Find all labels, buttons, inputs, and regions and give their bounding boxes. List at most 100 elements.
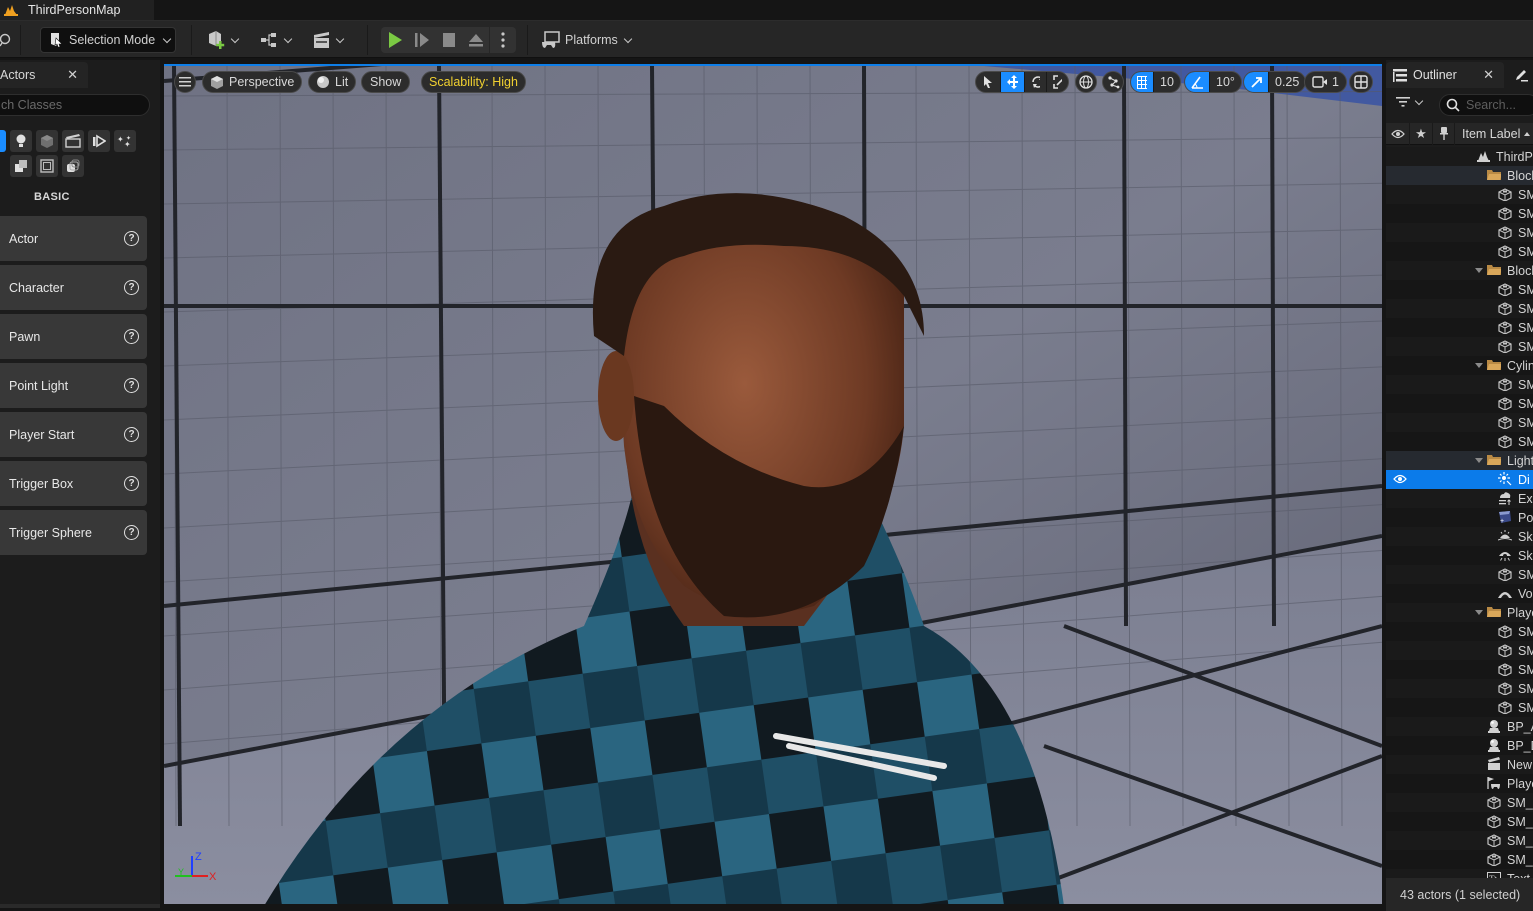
- outliner-row[interactable]: Sk: [1386, 527, 1533, 546]
- outliner-folder-row[interactable]: Playe: [1386, 603, 1533, 622]
- outliner-tab[interactable]: Outliner ✕: [1386, 62, 1504, 88]
- actor-item-character[interactable]: Character ?: [0, 265, 147, 310]
- help-icon[interactable]: ?: [124, 329, 139, 344]
- outliner-row[interactable]: Di: [1386, 470, 1533, 489]
- outliner-row[interactable]: SM: [1386, 641, 1533, 660]
- stop-button[interactable]: [435, 27, 462, 53]
- actor-item-player-start[interactable]: Player Start ?: [0, 412, 147, 457]
- outliner-row[interactable]: SM_: [1386, 793, 1533, 812]
- details-tab[interactable]: [1508, 62, 1533, 88]
- rotation-snap-value[interactable]: 10°: [1209, 72, 1241, 92]
- outliner-folder-row[interactable]: Block: [1386, 166, 1533, 185]
- surface-snapping-button[interactable]: [1102, 71, 1124, 93]
- viewport-layout-button[interactable]: [1349, 71, 1373, 93]
- outliner-row[interactable]: SM: [1386, 394, 1533, 413]
- recently-placed-icon[interactable]: [0, 130, 6, 152]
- lights-icon[interactable]: [10, 130, 32, 152]
- visibility-column[interactable]: [1386, 122, 1410, 145]
- outliner-row[interactable]: Sk: [1386, 546, 1533, 565]
- outliner-row[interactable]: SM: [1386, 223, 1533, 242]
- expand-arrow-icon[interactable]: [1475, 268, 1483, 273]
- coordinate-system-button[interactable]: [1075, 71, 1097, 93]
- view-mode-button[interactable]: Lit: [308, 71, 357, 93]
- visual-effects-icon[interactable]: [88, 130, 110, 152]
- item-label-column[interactable]: Item Label: [1455, 127, 1531, 141]
- select-tool-button[interactable]: [976, 72, 1000, 92]
- help-icon[interactable]: ?: [124, 476, 139, 491]
- outliner-row[interactable]: SM: [1386, 375, 1533, 394]
- outliner-search-input[interactable]: Search...: [1439, 94, 1533, 116]
- help-icon[interactable]: ?: [124, 427, 139, 442]
- selection-mode-dropdown[interactable]: Selection Mode: [40, 27, 176, 53]
- shapes-icon[interactable]: [36, 130, 58, 152]
- volumes-icon[interactable]: ✦ ✦ ✦: [114, 130, 136, 152]
- grid-snap-value[interactable]: 10: [1153, 72, 1180, 92]
- level-viewport[interactable]: Perspective Lit Show Scalability: High 1…: [164, 64, 1382, 904]
- history-icon[interactable]: [0, 33, 12, 47]
- expand-arrow-icon[interactable]: [1475, 363, 1483, 368]
- outliner-row[interactable]: SM_: [1386, 812, 1533, 831]
- outliner-folder-row[interactable]: Block: [1386, 261, 1533, 280]
- outliner-row[interactable]: SM_: [1386, 850, 1533, 869]
- layers-icon[interactable]: [62, 155, 84, 177]
- actor-item-pawn[interactable]: Pawn ?: [0, 314, 147, 359]
- outliner-row[interactable]: SM: [1386, 660, 1533, 679]
- help-icon[interactable]: ?: [124, 280, 139, 295]
- outliner-row[interactable]: Playe: [1386, 774, 1533, 793]
- viewport-menu-button[interactable]: [174, 71, 196, 93]
- outliner-row[interactable]: New: [1386, 755, 1533, 774]
- outliner-row[interactable]: SM: [1386, 204, 1533, 223]
- rotate-tool-button[interactable]: [1024, 72, 1046, 92]
- outliner-row[interactable]: SM: [1386, 432, 1533, 451]
- cinematics-button[interactable]: [312, 29, 346, 51]
- platforms-dropdown[interactable]: Platforms: [541, 29, 634, 51]
- geometry-icon[interactable]: [10, 155, 32, 177]
- outliner-row[interactable]: SM: [1386, 185, 1533, 204]
- pin-column[interactable]: [1433, 122, 1455, 145]
- grid-snap-toggle[interactable]: [1131, 72, 1153, 92]
- actor-item-trigger-box[interactable]: Trigger Box ?: [0, 461, 147, 506]
- blueprints-button[interactable]: [260, 29, 294, 51]
- scale-tool-button[interactable]: [1046, 72, 1068, 92]
- translate-tool-button[interactable]: [1000, 72, 1024, 92]
- eye-icon[interactable]: [1393, 473, 1407, 487]
- advance-frame-button[interactable]: [408, 27, 435, 53]
- expand-arrow-icon[interactable]: [1475, 610, 1483, 615]
- all-classes-icon[interactable]: [36, 155, 58, 177]
- outliner-row[interactable]: BP_D: [1386, 736, 1533, 755]
- panel-scrollbar[interactable]: [0, 904, 160, 908]
- map-tab[interactable]: ThirdPersonMap: [0, 0, 154, 20]
- scale-snap-toggle[interactable]: [1244, 72, 1268, 92]
- actor-item-trigger-sphere[interactable]: Trigger Sphere ?: [0, 510, 147, 555]
- close-icon[interactable]: ✕: [1483, 67, 1494, 83]
- help-icon[interactable]: ?: [124, 231, 139, 246]
- outliner-row[interactable]: SM: [1386, 280, 1533, 299]
- outliner-row[interactable]: SM: [1386, 565, 1533, 584]
- outliner-row[interactable]: ThirdP: [1386, 147, 1533, 166]
- place-actors-tab[interactable]: Actors ✕: [0, 62, 88, 88]
- outliner-row[interactable]: SM: [1386, 337, 1533, 356]
- scalability-button[interactable]: Scalability: High: [421, 71, 526, 93]
- outliner-row[interactable]: SM: [1386, 413, 1533, 432]
- outliner-row[interactable]: SM: [1386, 622, 1533, 641]
- help-icon[interactable]: ?: [124, 525, 139, 540]
- outliner-folder-row[interactable]: Cylin: [1386, 356, 1533, 375]
- close-icon[interactable]: ✕: [67, 67, 78, 83]
- camera-speed-button[interactable]: 1: [1304, 71, 1347, 93]
- outliner-row[interactable]: SM: [1386, 679, 1533, 698]
- outliner-row[interactable]: Vo: [1386, 584, 1533, 603]
- play-options-button[interactable]: [489, 27, 516, 53]
- search-classes-input[interactable]: ch Classes: [0, 94, 150, 116]
- outliner-row[interactable]: SM: [1386, 318, 1533, 337]
- outliner-row[interactable]: SM: [1386, 698, 1533, 717]
- cinematic-icon[interactable]: [62, 130, 84, 152]
- show-button[interactable]: Show: [361, 71, 411, 93]
- actor-item-actor[interactable]: Actor ?: [0, 216, 147, 261]
- outliner-folder-row[interactable]: Light: [1386, 451, 1533, 470]
- outliner-row[interactable]: Ex: [1386, 489, 1533, 508]
- outliner-row[interactable]: SM: [1386, 242, 1533, 261]
- outliner-row[interactable]: SM_: [1386, 831, 1533, 850]
- favorite-star-icon[interactable]: ★: [1410, 122, 1433, 145]
- expand-arrow-icon[interactable]: [1475, 458, 1483, 463]
- help-icon[interactable]: ?: [124, 378, 139, 393]
